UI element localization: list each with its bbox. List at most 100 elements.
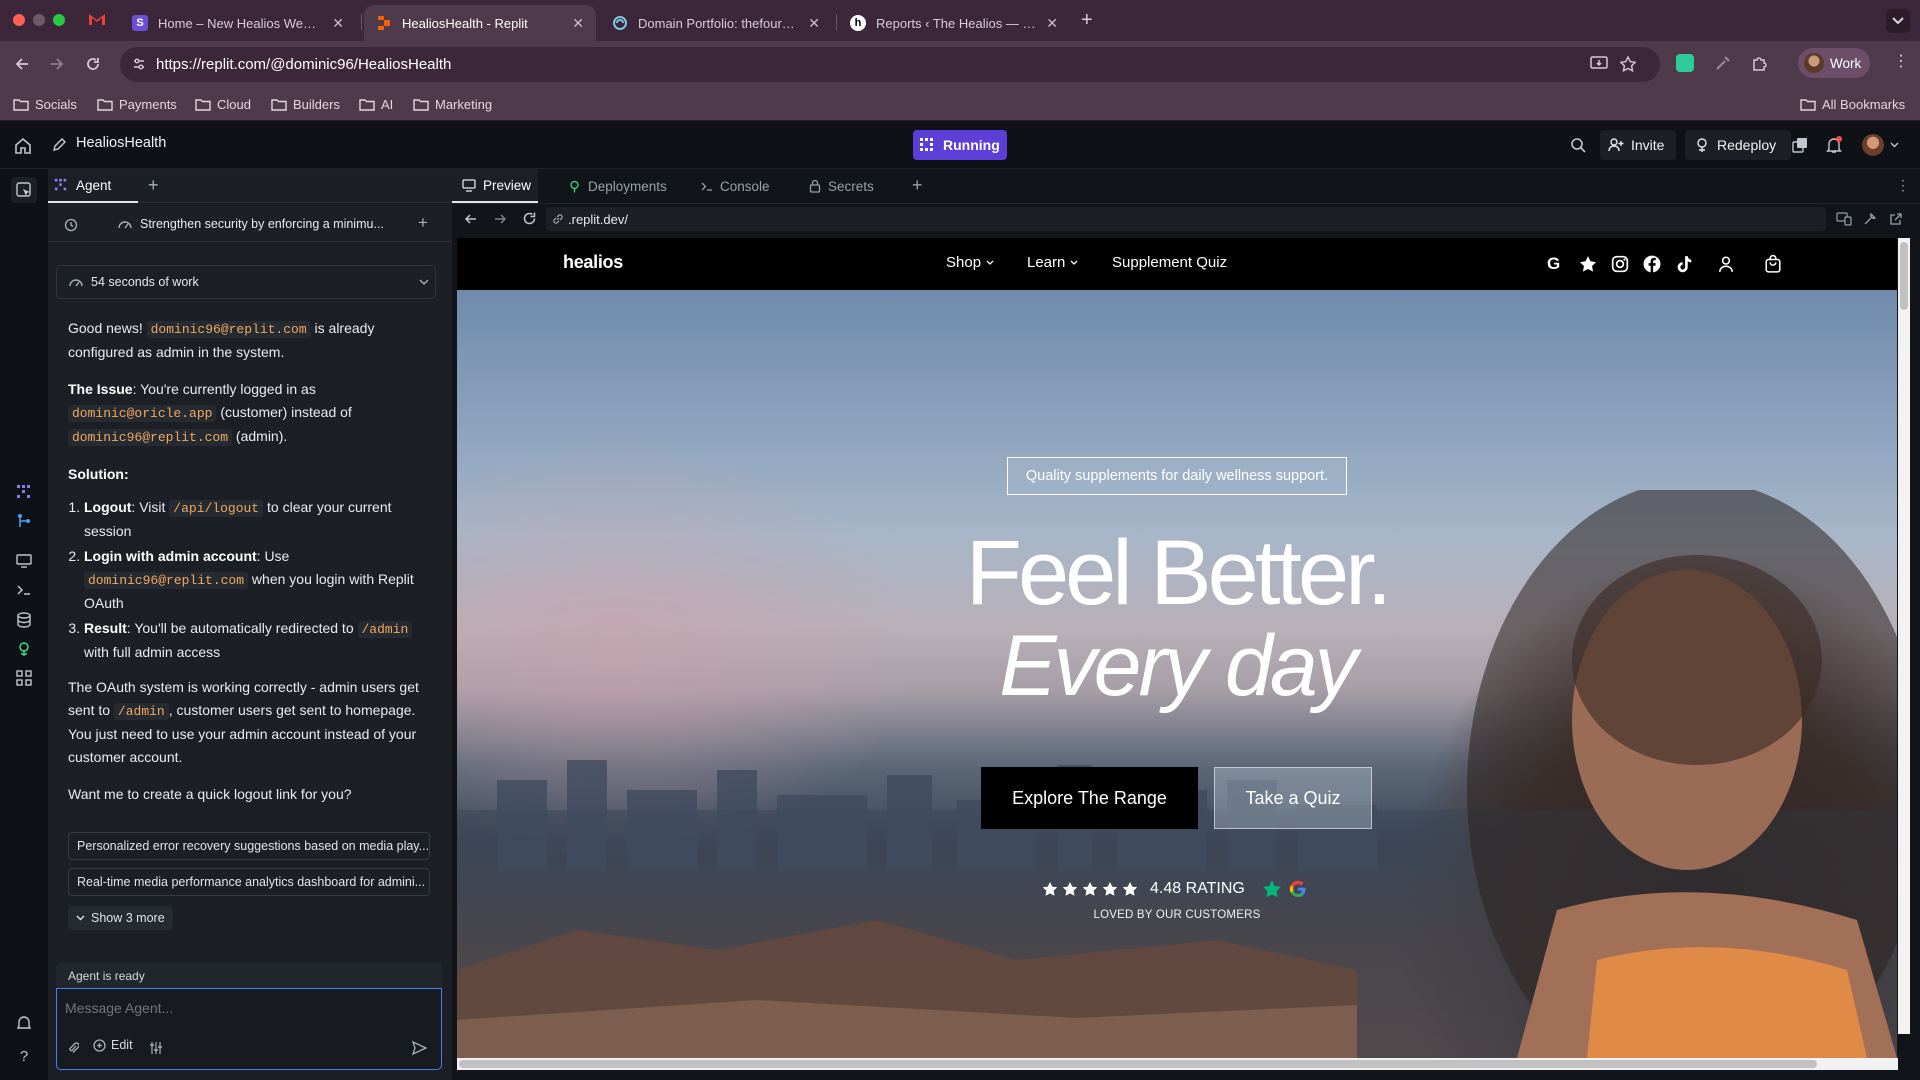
preview-rail-button[interactable]	[13, 550, 35, 572]
home-icon[interactable]	[14, 137, 32, 154]
all-bookmarks-button[interactable]: All Bookmarks	[1800, 93, 1905, 115]
deployments-rail-button[interactable]	[13, 638, 35, 660]
search-icon[interactable]	[1570, 137, 1586, 153]
code-admin-path: /admin	[357, 621, 413, 638]
new-panel-tab-button[interactable]: +	[148, 175, 159, 196]
edit-mode-button[interactable]: Edit	[93, 1038, 133, 1052]
bookmark-folder-ai[interactable]: AI	[359, 93, 393, 115]
account-icon[interactable]	[1717, 255, 1735, 273]
checkpoint-row[interactable]: Strengthen security by enforcing a minim…	[118, 217, 428, 231]
bookmark-folder-socials[interactable]: Socials	[13, 93, 77, 115]
message-input[interactable]	[65, 997, 425, 1019]
paperclip-icon[interactable]	[67, 1041, 79, 1055]
alerts-rail-button[interactable]	[13, 1011, 35, 1033]
close-tab-icon[interactable]: ✕	[808, 15, 820, 32]
devices-icon[interactable]	[1836, 212, 1852, 226]
bookmark-folder-payments[interactable]: Payments	[97, 93, 177, 115]
close-tab-icon[interactable]: ✕	[1046, 15, 1058, 32]
reload-button[interactable]	[82, 53, 104, 75]
tiktok-icon[interactable]	[1675, 255, 1693, 273]
close-tab-icon[interactable]: ✕	[332, 15, 344, 32]
run-status-button[interactable]: Running	[913, 130, 1007, 160]
open-external-icon[interactable]	[1889, 212, 1903, 226]
explore-range-button[interactable]: Explore The Range	[981, 767, 1198, 829]
bookmark-folder-builders[interactable]: Builders	[271, 93, 340, 115]
files-panel-button[interactable]	[11, 177, 37, 203]
forward-button[interactable]	[46, 53, 68, 75]
agent-rail-button[interactable]	[13, 481, 35, 503]
arrow-left-icon[interactable]	[464, 212, 478, 226]
facebook-icon[interactable]	[1643, 255, 1661, 273]
scrollbar-thumb[interactable]	[1900, 242, 1908, 310]
tab-label: Console	[720, 178, 770, 194]
horizontal-scrollbar[interactable]	[457, 1058, 1898, 1070]
maximize-window-button[interactable]	[53, 14, 65, 26]
bell-icon[interactable]	[1826, 136, 1842, 154]
close-tab-icon[interactable]: ✕	[572, 15, 584, 32]
nav-learn[interactable]: Learn	[1027, 254, 1078, 271]
tab-healios-website[interactable]: S Home – New Healios Website ✕	[120, 5, 356, 41]
extensions-puzzle-icon[interactable]	[1751, 54, 1769, 72]
scrollbar-thumb[interactable]	[459, 1060, 1817, 1068]
reload-icon[interactable]	[522, 211, 537, 226]
extension-green-icon[interactable]	[1676, 54, 1694, 72]
agent-status: Agent is ready	[56, 962, 442, 988]
show-more-button[interactable]: Show 3 more	[68, 906, 173, 930]
arrow-right-icon[interactable]	[493, 212, 507, 226]
site-navbar: healios Shop Learn Supplement Quiz G	[457, 238, 1897, 290]
star-icon[interactable]	[1579, 255, 1597, 273]
tab-secrets[interactable]: Secrets	[809, 169, 874, 203]
all-tools-rail-button[interactable]	[13, 667, 35, 689]
tab-console[interactable]: Console	[700, 169, 770, 203]
invite-button[interactable]: Invite	[1600, 130, 1676, 160]
new-tab-button[interactable]: +	[1081, 9, 1093, 32]
close-window-button[interactable]	[13, 14, 25, 26]
database-rail-button[interactable]	[13, 609, 35, 631]
tab-search-button[interactable]	[1886, 9, 1910, 33]
nav-shop[interactable]: Shop	[946, 254, 994, 271]
pane-menu-button[interactable]: ⋮	[1896, 177, 1910, 194]
send-icon[interactable]	[411, 1040, 427, 1056]
instagram-icon[interactable]	[1611, 255, 1629, 273]
suggestion-chip[interactable]: Real-time media performance analytics da…	[68, 868, 430, 896]
tab-deployments[interactable]: Deployments	[568, 169, 667, 203]
chevron-down-icon[interactable]	[1890, 142, 1899, 148]
take-quiz-button[interactable]: Take a Quiz	[1214, 767, 1372, 829]
console-rail-button[interactable]	[13, 579, 35, 601]
sliders-icon[interactable]	[149, 1041, 163, 1055]
vertical-scrollbar[interactable]	[1898, 238, 1910, 1034]
git-rail-button[interactable]	[13, 510, 35, 532]
bookmark-folder-cloud[interactable]: Cloud	[195, 93, 251, 115]
tab-preview[interactable]: Preview	[452, 169, 538, 203]
folder-icon	[271, 98, 287, 111]
nav-supplement-quiz[interactable]: Supplement Quiz	[1112, 254, 1227, 271]
shopping-bag-icon[interactable]	[1764, 255, 1782, 273]
help-icon[interactable]: ?	[13, 1045, 35, 1067]
redeploy-button[interactable]: Redeploy	[1685, 130, 1791, 160]
preview-url-bar[interactable]: .replit.dev/	[546, 207, 1826, 231]
tab-title: Domain Portfolio: thefourths.c	[638, 15, 799, 31]
address-bar[interactable]: https://replit.com/@dominic96/HealiosHea…	[120, 47, 1660, 82]
tab-domain-portfolio[interactable]: Domain Portfolio: thefourths.c ✕	[600, 5, 832, 41]
new-chat-button[interactable]: +	[418, 213, 428, 233]
tab-agent[interactable]: Agent	[48, 169, 138, 203]
copy-icon[interactable]	[1792, 137, 1808, 153]
tab-replit[interactable]: HealiosHealth - Replit ✕	[364, 5, 596, 41]
project-name[interactable]: HealiosHealth	[76, 135, 166, 151]
tab-healios-reports[interactable]: h Reports ‹ The Healios — Wor ✕	[838, 5, 1070, 41]
back-button[interactable]	[11, 53, 33, 75]
add-tab-button[interactable]: +	[912, 175, 923, 196]
bookmark-folder-marketing[interactable]: Marketing	[413, 93, 492, 115]
minimize-window-button[interactable]	[33, 14, 45, 26]
work-summary-toggle[interactable]: 54 seconds of work	[56, 265, 436, 299]
wrench-icon[interactable]	[1863, 212, 1877, 226]
suggestion-chip[interactable]: Personalized error recovery suggestions …	[68, 832, 430, 860]
profile-button[interactable]: Work	[1798, 48, 1870, 78]
history-icon[interactable]	[64, 218, 78, 232]
site-logo[interactable]: healios	[563, 252, 623, 273]
browser-menu-button[interactable]: ⋮	[1893, 53, 1909, 71]
google-icon[interactable]: G	[1547, 255, 1565, 273]
gmail-pinned-tab[interactable]	[88, 12, 106, 26]
eyedropper-extension-icon[interactable]	[1714, 54, 1732, 72]
user-avatar[interactable]	[1862, 134, 1884, 156]
